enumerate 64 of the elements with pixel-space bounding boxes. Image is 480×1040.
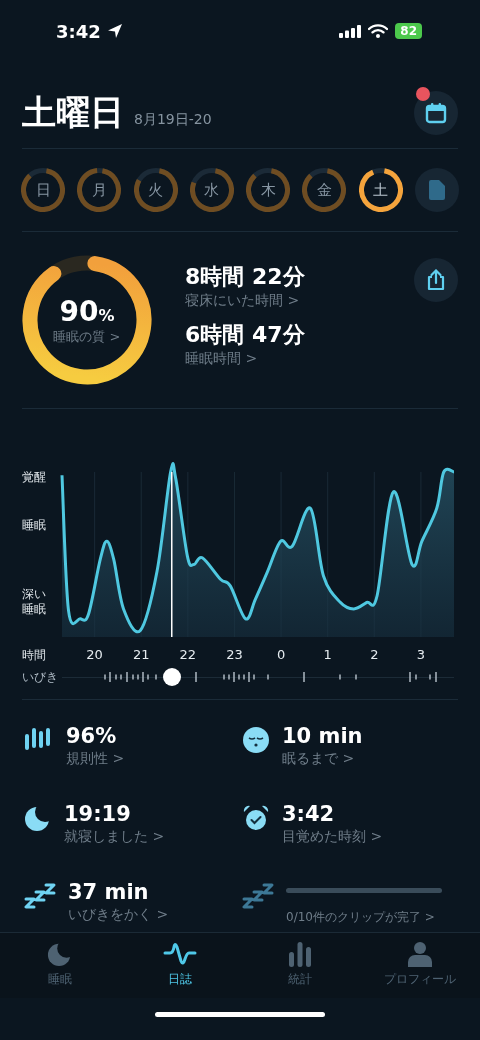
stage-label: 深い睡眠 — [22, 587, 47, 617]
battery-level: 82 — [395, 23, 422, 39]
hour-label: 21 — [132, 647, 150, 662]
signal-icon — [339, 24, 362, 38]
report-button[interactable] — [414, 168, 459, 212]
day-button[interactable]: 火 — [133, 168, 178, 212]
day-button[interactable]: 水 — [189, 168, 234, 212]
duration-link[interactable]: 寝床にいた時間 > — [185, 292, 305, 310]
hour-label: 20 — [86, 647, 103, 662]
calendar-icon — [425, 102, 447, 124]
day-button[interactable]: 土 — [358, 168, 403, 212]
metric-link[interactable]: 眠るまで > — [282, 750, 442, 768]
tab-button[interactable]: 日誌 — [120, 941, 240, 998]
alarm-clock-icon — [242, 804, 270, 832]
hour-label: 22 — [179, 647, 197, 662]
bars-icon — [287, 941, 313, 967]
share-button[interactable] — [414, 258, 458, 302]
stage-label: 覚醒 — [22, 470, 47, 485]
person-icon — [407, 941, 433, 967]
hour-label: 3 — [416, 647, 426, 662]
status-time: 3:42 — [56, 20, 101, 42]
metric-value: 96% — [66, 723, 118, 750]
stage-label: 睡眠 — [22, 518, 47, 533]
hour-label: 23 — [226, 647, 243, 662]
quality-link[interactable]: 睡眠の質 > — [53, 327, 121, 346]
tab-button[interactable]: プロフィール — [360, 941, 480, 998]
sleepy-face-icon — [242, 726, 270, 754]
zzz-icon — [242, 882, 274, 910]
metric-link[interactable]: いびきをかく > — [68, 906, 242, 924]
duration-value: 8時間 22分 — [185, 263, 305, 291]
clips-link[interactable]: 0/10件のクリップが完了 > — [286, 909, 442, 926]
share-icon — [426, 269, 446, 291]
day-button[interactable]: 月 — [77, 168, 122, 212]
hour-label: 1 — [323, 647, 332, 662]
wifi-icon — [368, 24, 389, 38]
day-button[interactable]: 木 — [246, 168, 291, 212]
metric-value: 3:42 — [282, 801, 336, 828]
hour-label: 2 — [370, 647, 379, 662]
quality-percent: 90 — [59, 294, 99, 328]
document-icon — [428, 180, 445, 200]
duration-value: 6時間 47分 — [185, 321, 305, 349]
moon-icon — [47, 941, 73, 967]
wave-icon — [163, 941, 197, 967]
metric-value: 19:19 — [64, 801, 132, 828]
percent-unit: % — [98, 305, 115, 325]
snore-label: いびき — [22, 668, 59, 686]
location-arrow-icon — [106, 23, 123, 39]
tab-button[interactable]: 統計 — [240, 941, 360, 998]
tab-button[interactable]: 睡眠 — [0, 941, 120, 998]
moon-icon — [24, 804, 52, 832]
zzz-icon — [24, 882, 56, 910]
metric-link[interactable]: 規則性 > — [66, 750, 242, 768]
metric-value: 10 min — [282, 723, 364, 750]
metric-link[interactable]: 就寝しました > — [64, 828, 242, 846]
day-title: 土曜日 — [22, 91, 124, 134]
axis-title: 時間 — [22, 648, 47, 663]
duration-link[interactable]: 睡眠時間 > — [185, 350, 305, 368]
day-button[interactable]: 金 — [302, 168, 347, 212]
scrub-handle[interactable] — [162, 668, 181, 686]
date-range: 8月19日-20 — [134, 111, 212, 129]
metric-link[interactable]: 目覚めた時刻 > — [282, 828, 442, 846]
hour-label: 0 — [276, 647, 286, 662]
metric-value: 37 min — [68, 879, 150, 906]
day-button[interactable]: 日 — [21, 168, 65, 212]
